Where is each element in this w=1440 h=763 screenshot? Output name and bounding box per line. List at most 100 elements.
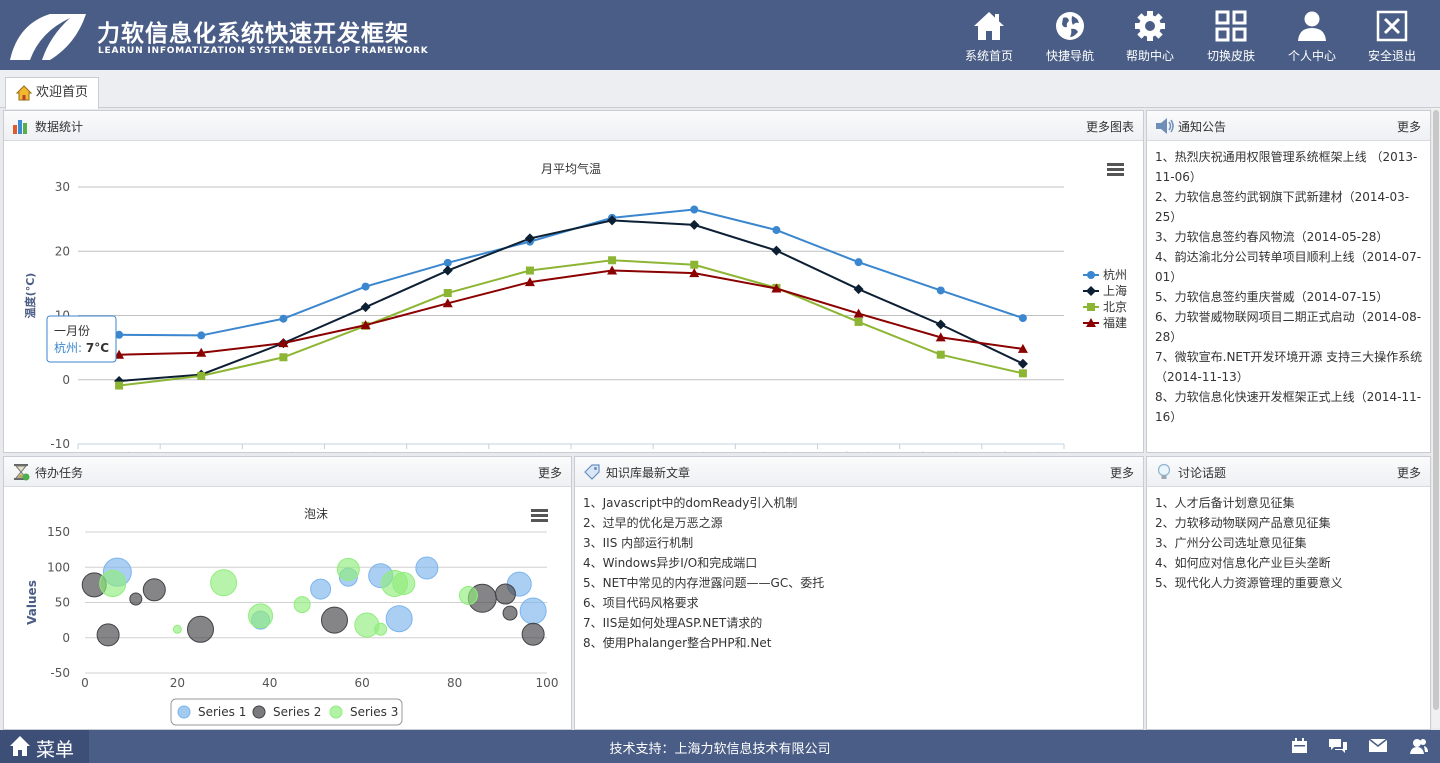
data-point xyxy=(1018,314,1027,323)
article-item[interactable]: 8、使用Phalanger整合PHP和.Net xyxy=(583,633,1136,653)
notice-item[interactable]: 4、韵达渝北分公司转单项目顺利上线（2014-07-01） xyxy=(1155,247,1423,287)
legend-marker xyxy=(177,705,191,719)
home-icon xyxy=(16,85,32,101)
notice-item[interactable]: 5、力软信息签约重庆誉威（2014-07-15） xyxy=(1155,287,1423,307)
series-line xyxy=(119,219,1024,383)
x-tick-label: 十月份 xyxy=(841,451,877,452)
tooltip-category: 一月份 xyxy=(54,324,90,338)
x-tick-label: 80 xyxy=(447,676,462,690)
y-axis-title: Values xyxy=(25,580,39,625)
topic-item[interactable]: 3、广州分公司选址意见征集 xyxy=(1155,533,1423,553)
article-item[interactable]: 7、IIS是如何处理ASP.NET请求的 xyxy=(583,613,1136,633)
bubble xyxy=(310,578,332,600)
nav-label: 快捷导航 xyxy=(1045,49,1094,63)
todo-more-link[interactable]: 更多 xyxy=(538,464,562,481)
logo xyxy=(10,14,86,60)
topic-item[interactable]: 4、如何应对信息化产业巨头垄断 xyxy=(1155,553,1423,573)
y-tick-label: 30 xyxy=(55,180,70,194)
scrollbar-thumb[interactable] xyxy=(1433,110,1439,710)
article-item[interactable]: 3、IIS 内部运行机制 xyxy=(583,533,1136,553)
nav-logout[interactable]: 安全退出 xyxy=(1352,8,1432,66)
y-tick-label: 20 xyxy=(55,244,70,258)
legend-label: 福建 xyxy=(1103,315,1127,330)
nav-system-home[interactable]: 系统首页 xyxy=(949,8,1029,66)
nav-label: 安全退出 xyxy=(1367,49,1416,63)
series-line xyxy=(119,208,1024,337)
x-tick-label: 九月份 xyxy=(758,451,794,452)
bar-chart-icon xyxy=(13,120,27,134)
chart-menu-icon[interactable] xyxy=(531,509,548,522)
topic-item[interactable]: 2、力软移动物联网产品意见征集 xyxy=(1155,513,1423,533)
stats-panel: 数据统计 更多图表 月平均气温-100102030温度(°C)一月份二月份三月份… xyxy=(3,110,1144,465)
notice-item[interactable]: 8、力软信息化快速开发框架正式上线（2014-11-16） xyxy=(1155,387,1423,427)
bubble xyxy=(129,592,143,606)
article-item[interactable]: 1、Javascript中的domReady引入机制 xyxy=(583,493,1136,513)
x-tick-label: 七月份 xyxy=(594,451,630,452)
brand-title: 力软信息化系统快速开发框架 xyxy=(97,21,409,47)
users-icon[interactable] xyxy=(1410,738,1428,754)
series-上海 xyxy=(114,215,1028,387)
bubble xyxy=(172,624,182,634)
legend-label: Series 1 xyxy=(198,705,246,719)
menu-bar xyxy=(1107,163,1124,166)
article-item[interactable]: 4、Windows异步I/O和完成端口 xyxy=(583,553,1136,573)
y-tick-label: 0 xyxy=(62,631,70,645)
panel-title: 数据统计 xyxy=(35,120,84,134)
data-point xyxy=(608,256,617,265)
bubble xyxy=(96,623,120,647)
notice-item[interactable]: 1、热烈庆祝通用权限管理系统框架上线 （2013-11-06） xyxy=(1155,147,1423,187)
notice-item[interactable]: 3、力软信息签约春风物流（2014-05-28） xyxy=(1155,227,1423,247)
y-tick-label: -50 xyxy=(50,666,70,680)
nav-help-center[interactable]: 帮助中心 xyxy=(1110,8,1190,66)
x-tick-label: 四月份 xyxy=(348,451,384,452)
chart-title: 月平均气温 xyxy=(541,161,601,176)
page-scrollbar[interactable] xyxy=(1432,108,1440,728)
article-item[interactable]: 6、项目代码风格要求 xyxy=(583,593,1136,613)
todo-panel: 待办任务 更多 泡沫 -50 0 50 100 150 0 20 40 60 80 100 Values… xyxy=(3,456,572,730)
gear-icon xyxy=(1135,11,1165,41)
x-tick-label: 40 xyxy=(262,676,277,690)
nav-personal-center[interactable]: 个人中心 xyxy=(1272,8,1352,66)
notice-item[interactable]: 7、微软宣布.NET开发环境开源 支持三大操作系统（2014-11-13） xyxy=(1155,347,1423,387)
data-point xyxy=(935,319,946,330)
panel-title: 通知公告 xyxy=(1178,120,1227,134)
nav-quick-navigation[interactable]: 快捷导航 xyxy=(1030,8,1110,66)
notice-more-link[interactable]: 更多 xyxy=(1397,118,1421,135)
close-icon xyxy=(1376,10,1408,42)
knowledge-more-link[interactable]: 更多 xyxy=(1110,464,1134,481)
todo-panel-header: 待办任务 更多 xyxy=(4,457,571,487)
mail-icon[interactable] xyxy=(1368,738,1388,753)
data-point xyxy=(690,205,699,214)
tab-welcome-home[interactable]: 欢迎首页 xyxy=(5,77,100,109)
article-item[interactable]: 2、过早的优化是万恶之源 xyxy=(583,513,1136,533)
article-item[interactable]: 5、NET中常见的内存泄露问题——GC、委托 xyxy=(583,573,1136,593)
more-charts-link[interactable]: 更多图表 xyxy=(1086,118,1134,135)
y-tick-label: 150 xyxy=(47,525,70,539)
chart-menu-icon[interactable] xyxy=(1107,163,1124,176)
data-point xyxy=(197,371,206,380)
calendar-icon[interactable] xyxy=(1291,738,1308,754)
notice-item[interactable]: 6、力软誉威物联网项目二期正式启动（2014-08-28） xyxy=(1155,307,1423,347)
chat-icon[interactable] xyxy=(1328,738,1348,754)
topic-more-link[interactable]: 更多 xyxy=(1397,464,1421,481)
data-point xyxy=(1017,358,1028,369)
notice-item[interactable]: 2、力软信息签约武钢旗下武新建材（2014-03-25） xyxy=(1155,187,1423,227)
tooltip-value: 杭州: 7°C xyxy=(54,340,109,355)
bubble xyxy=(210,569,238,597)
topic-item[interactable]: 5、现代化人力资源管理的重要意义 xyxy=(1155,573,1423,593)
tooltip-value-number: 7°C xyxy=(86,341,109,355)
legend-marker xyxy=(1087,271,1095,279)
data-point xyxy=(936,350,945,359)
nav-switch-skin[interactable]: 切换皮肤 xyxy=(1191,8,1271,66)
hourglass-icon xyxy=(14,464,30,481)
menu-bar xyxy=(1107,173,1124,176)
x-tick-label: 十一月份 xyxy=(917,451,965,452)
y-tick-label: 100 xyxy=(47,560,70,574)
notice-list: 1、热烈庆祝通用权限管理系统框架上线 （2013-11-06） 2、力软信息签约… xyxy=(1147,141,1430,427)
topic-list: 1、人才后备计划意见征集 2、力软移动物联网产品意见征集 3、广州分公司选址意见… xyxy=(1147,487,1430,593)
data-point xyxy=(115,381,124,390)
topic-item[interactable]: 1、人才后备计划意见征集 xyxy=(1155,493,1423,513)
panel-title: 待办任务 xyxy=(35,466,84,480)
bubble xyxy=(187,615,214,643)
bubble xyxy=(502,605,518,621)
